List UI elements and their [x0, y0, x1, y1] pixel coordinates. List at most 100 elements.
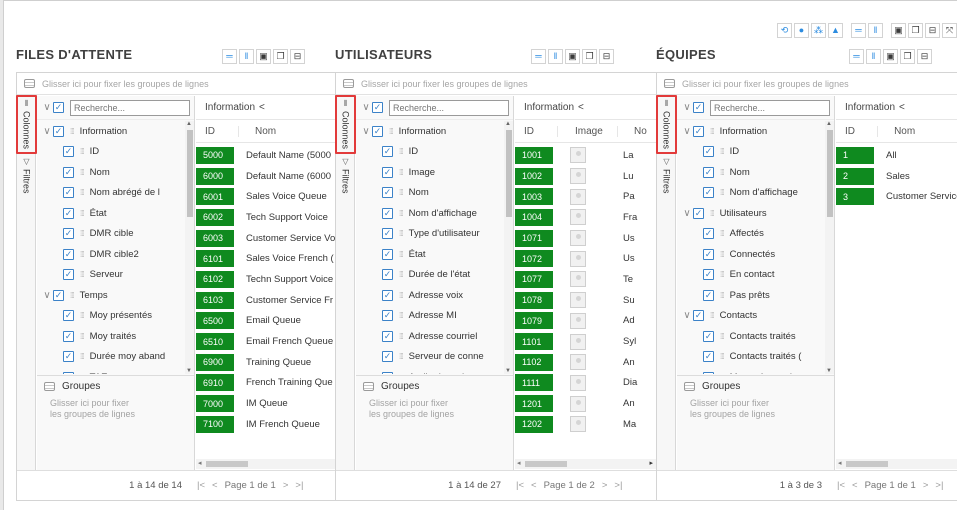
column-checkbox[interactable]: ✓ — [382, 371, 393, 374]
column-checkbox[interactable]: ✓ — [703, 351, 714, 363]
save-icon[interactable]: ▣ — [256, 49, 271, 64]
table-row[interactable]: 1102 An — [515, 352, 656, 373]
last-page-button[interactable]: >| — [935, 480, 943, 491]
column-group[interactable]: ∨ ✓ ⁞⁞⁞ Information — [37, 121, 184, 142]
groups-drop-zone[interactable]: Groupes Glisser ici pour fixer les groupe… — [356, 375, 513, 470]
tab-filters[interactable]: ▽ Filtres — [336, 158, 355, 194]
column-item[interactable]: ✓ ⁞⁞⁞ Moy présentation — [677, 367, 824, 374]
table-row[interactable]: 1077 Te — [515, 269, 656, 290]
column-item[interactable]: ✓ ⁞⁞⁞ Pas prêts — [677, 285, 824, 306]
table-row[interactable]: 2 Sales — [836, 166, 957, 187]
column-checkbox[interactable]: ✓ — [63, 269, 74, 281]
drag-handle-icon[interactable]: ⁞⁞⁞ — [70, 291, 75, 300]
column-header[interactable]: No — [617, 125, 647, 137]
collapse-icon[interactable]: < — [899, 102, 905, 113]
header-group-information[interactable]: Information < — [836, 96, 957, 120]
scroll-right-icon[interactable]: ▸ — [649, 459, 653, 467]
refresh-icon[interactable]: ⟲ — [777, 23, 792, 38]
last-page-button[interactable]: >| — [295, 480, 303, 491]
tree-scrollbar[interactable]: ▲ ▼ — [504, 121, 513, 374]
scroll-thumb[interactable] — [525, 461, 567, 467]
table-row[interactable]: 1202 Ma — [515, 414, 656, 435]
scroll-left-icon[interactable]: ◂ — [838, 459, 842, 467]
drag-handle-icon[interactable]: ⁞⁞⁞ — [720, 168, 725, 177]
scroll-left-icon[interactable]: ◂ — [198, 459, 202, 467]
scroll-thumb[interactable] — [187, 130, 193, 217]
drag-handle-icon[interactable]: ⁞⁞⁞ — [720, 373, 725, 374]
column-checkbox[interactable]: ✓ — [703, 248, 714, 260]
row-group-drop-zone[interactable]: Glisser ici pour fixer les groupes de li… — [336, 73, 656, 95]
column-header[interactable]: Nom — [877, 125, 957, 137]
save-icon[interactable]: ▣ — [891, 23, 906, 38]
drag-handle-icon[interactable]: ⁞⁞⁞ — [399, 168, 404, 177]
scroll-down-icon[interactable]: ▼ — [826, 368, 832, 374]
column-item[interactable]: ✓ ⁞⁞⁞ Moy présentés — [37, 306, 184, 327]
column-checkbox[interactable]: ✓ — [382, 289, 393, 301]
table-row[interactable]: 6001 Sales Voice Queue — [196, 186, 342, 207]
column-item[interactable]: ✓ ⁞⁞⁞ Durée moy aband — [37, 347, 184, 368]
table-row[interactable]: 7100 IM French Queue — [196, 414, 342, 435]
drag-handle-icon[interactable]: ⁞⁞⁞ — [720, 147, 725, 156]
expand-icon[interactable]: ⤧ — [942, 23, 957, 38]
column-checkbox[interactable]: ✓ — [693, 125, 704, 137]
chevron-down-icon[interactable]: ∨ — [681, 126, 693, 137]
column-search-input[interactable] — [389, 99, 509, 116]
column-search-input[interactable] — [710, 99, 830, 116]
drag-handle-icon[interactable]: ⁞⁞⁞ — [80, 311, 85, 320]
column-item[interactable]: ✓ ⁞⁞⁞ Adresse courriel — [356, 326, 503, 347]
drag-handle-icon[interactable]: ⁞⁞⁞ — [720, 250, 725, 259]
table-row[interactable]: 1079 Ad — [515, 311, 656, 332]
next-page-button[interactable]: > — [602, 480, 608, 491]
copy-icon[interactable]: ❐ — [900, 49, 915, 64]
column-item[interactable]: ✓ ⁞⁞⁞ Serveur de conne — [356, 347, 503, 368]
window-icon[interactable]: ⊟ — [290, 49, 305, 64]
groups-drop-zone[interactable]: Groupes Glisser ici pour fixer les groupe… — [677, 375, 834, 470]
scroll-thumb[interactable] — [506, 130, 512, 217]
column-item[interactable]: ✓ ⁞⁞⁞ Durée de l'état — [356, 265, 503, 286]
select-all-checkbox[interactable]: ✓ — [372, 102, 383, 113]
column-item[interactable]: ✓ ⁞⁞⁞ ID — [677, 142, 824, 163]
tree-scrollbar[interactable]: ▲ ▼ — [825, 121, 834, 374]
drag-handle-icon[interactable]: ⁞⁞⁞ — [399, 311, 404, 320]
drag-handle-icon[interactable]: ⁞⁞⁞ — [399, 209, 404, 218]
column-header[interactable]: ID — [515, 126, 557, 137]
chevron-down-icon[interactable]: ∨ — [360, 126, 372, 137]
column-item[interactable]: ✓ ⁞⁞⁞ Nom d'affichage — [356, 203, 503, 224]
column-checkbox[interactable]: ✓ — [703, 187, 714, 199]
column-icon[interactable]: ‖ — [866, 49, 881, 64]
table-row[interactable]: 1201 An — [515, 393, 656, 414]
drag-handle-icon[interactable]: ⁞⁞⁞ — [399, 229, 404, 238]
drag-handle-icon[interactable]: ⁞⁞⁞ — [80, 229, 85, 238]
align-icon[interactable]: ═ — [849, 49, 864, 64]
column-checkbox[interactable]: ✓ — [382, 269, 393, 281]
column-checkbox[interactable]: ✓ — [382, 330, 393, 342]
column-checkbox[interactable]: ✓ — [63, 330, 74, 342]
drag-handle-icon[interactable]: ⁞⁞⁞ — [720, 291, 725, 300]
scroll-up-icon[interactable]: ▲ — [186, 121, 192, 127]
chevron-down-icon[interactable]: ∨ — [41, 102, 53, 113]
table-row[interactable]: 6900 Training Queue — [196, 352, 342, 373]
drag-handle-icon[interactable]: ⁞⁞⁞ — [80, 270, 85, 279]
save-icon[interactable]: ▣ — [883, 49, 898, 64]
user-icon[interactable]: ● — [794, 23, 809, 38]
drag-handle-icon[interactable]: ⁞⁞⁞ — [710, 311, 715, 320]
column-item[interactable]: ✓ ⁞⁞⁞ Nom — [677, 162, 824, 183]
column-checkbox[interactable]: ✓ — [382, 351, 393, 363]
scroll-left-icon[interactable]: ◂ — [517, 459, 521, 467]
column-item[interactable]: ✓ ⁞⁞⁞ ID — [37, 142, 184, 163]
align-icon[interactable]: ═ — [222, 49, 237, 64]
chevron-down-icon[interactable]: ∨ — [41, 290, 53, 301]
column-checkbox[interactable]: ✓ — [703, 269, 714, 281]
column-item[interactable]: ✓ ⁞⁞⁞ ID — [356, 142, 503, 163]
table-row[interactable]: 1072 Us — [515, 248, 656, 269]
table-row[interactable]: 7000 IM Queue — [196, 393, 342, 414]
column-item[interactable]: ✓ ⁞⁞⁞ TAE — [37, 367, 184, 374]
drag-handle-icon[interactable]: ⁞⁞⁞ — [720, 229, 725, 238]
copy-icon[interactable]: ❐ — [908, 23, 923, 38]
first-page-button[interactable]: |< — [837, 480, 845, 491]
window-icon[interactable]: ⊟ — [925, 23, 940, 38]
table-row[interactable]: 6000 Default Name (6000 — [196, 166, 342, 187]
tab-filters[interactable]: ▽ Filtres — [657, 158, 676, 194]
drag-handle-icon[interactable]: ⁞⁞⁞ — [399, 188, 404, 197]
drag-handle-icon[interactable]: ⁞⁞⁞ — [80, 147, 85, 156]
